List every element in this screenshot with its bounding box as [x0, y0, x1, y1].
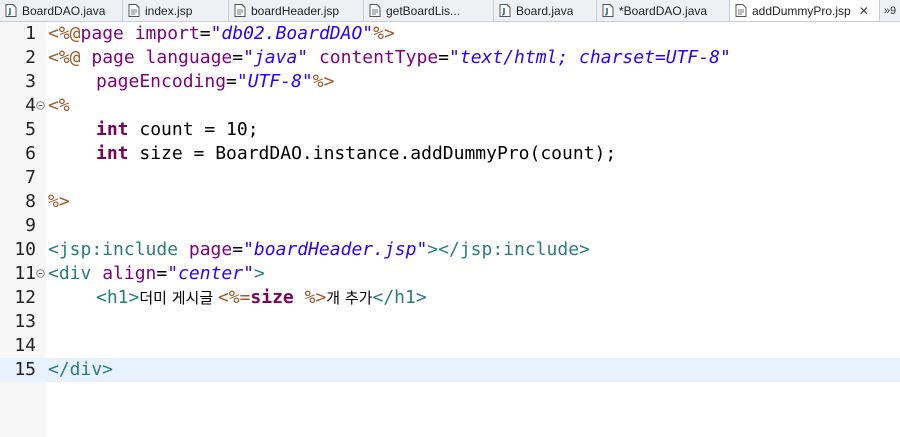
- tab-label: Board.java: [516, 3, 574, 18]
- line-number: 10: [14, 239, 36, 260]
- code-line-8: 8 %>: [0, 190, 900, 214]
- svg-text:J: J: [605, 7, 609, 16]
- code-text: <%: [48, 95, 70, 116]
- tab-index-jsp[interactable]: index.jsp: [123, 0, 229, 21]
- line-number: 3: [25, 71, 36, 92]
- tab-label: boardHeader.jsp: [251, 3, 340, 18]
- tab-adddummypro-jsp[interactable]: addDummyPro.jsp ✕: [730, 0, 880, 21]
- code-line-3: 3 pageEncoding="UTF-8"%>: [0, 70, 900, 94]
- line-number: 8: [25, 191, 36, 212]
- code-line-1: 1 <%@page import="db02.BoardDAO"%>: [0, 22, 900, 46]
- line-number: 2: [25, 47, 36, 68]
- tab-boardheader-jsp[interactable]: boardHeader.jsp: [229, 0, 364, 21]
- tab-boarddao-java-modified[interactable]: J *BoardDAO.java: [597, 0, 730, 21]
- code-line-2: 2 <%@ page language="java" contentType="…: [0, 46, 900, 70]
- jsp-file-icon: [735, 4, 747, 17]
- code-text: <h1>더미 게시글 <%=size %>개 추가</h1>: [96, 287, 427, 308]
- code-text: <%@page import="db02.BoardDAO"%>: [48, 23, 395, 44]
- code-text: int size = BoardDAO.instance.addDummyPro…: [96, 143, 617, 164]
- java-file-icon: J: [602, 4, 614, 17]
- code-text: </div>: [48, 359, 114, 380]
- jsp-file-icon: [369, 4, 381, 17]
- tab-board-java[interactable]: J Board.java: [494, 0, 597, 21]
- code-line-11: 11 <div align="center">: [0, 262, 900, 286]
- code-line-9: 9: [0, 214, 900, 238]
- tab-label: getBoardLis...: [386, 3, 461, 18]
- code-line-7: 7: [0, 166, 900, 190]
- code-text: <div align="center">: [48, 263, 265, 284]
- tab-boarddao-java[interactable]: J BoardDAO.java: [0, 0, 123, 21]
- line-number: 12: [14, 287, 36, 308]
- line-number: 13: [14, 311, 36, 332]
- close-icon[interactable]: ✕: [859, 4, 869, 18]
- code-editor[interactable]: 1 <%@page import="db02.BoardDAO"%> 2 <%@…: [0, 22, 900, 437]
- tab-label: addDummyPro.jsp: [752, 3, 851, 18]
- svg-text:J: J: [8, 7, 12, 16]
- java-file-icon: J: [5, 4, 17, 17]
- code-text: %>: [48, 191, 70, 212]
- jsp-file-icon: [128, 4, 140, 17]
- line-number: 14: [14, 335, 36, 356]
- code-line-14: 14: [0, 334, 900, 358]
- code-line-5: 5 int count = 10;: [0, 118, 900, 142]
- editor-tab-bar: J BoardDAO.java index.jsp boardHeader.js…: [0, 0, 900, 22]
- code-line-15: 15 </div>: [0, 358, 900, 382]
- code-text: int count = 10;: [96, 119, 259, 140]
- tab-getboardlist-jsp[interactable]: getBoardLis...: [364, 0, 494, 21]
- fold-collapse-icon[interactable]: [36, 101, 45, 110]
- line-number: 1: [25, 23, 36, 44]
- line-number: 7: [25, 167, 36, 188]
- tab-label: BoardDAO.java: [22, 3, 106, 18]
- fold-collapse-icon[interactable]: [36, 269, 45, 278]
- line-number: 11: [14, 263, 36, 284]
- line-number: 9: [25, 215, 36, 236]
- code-line-10: 10 <jsp:include page="boardHeader.jsp"><…: [0, 238, 900, 262]
- tab-label: *BoardDAO.java: [619, 3, 708, 18]
- line-number: 15: [14, 359, 36, 380]
- line-number: 4: [25, 95, 36, 116]
- code-line-6: 6 int size = BoardDAO.instance.addDummyP…: [0, 142, 900, 166]
- code-line-12: 12 <h1>더미 게시글 <%=size %>개 추가</h1>: [0, 286, 900, 310]
- line-number: 5: [25, 119, 36, 140]
- code-line-13: 13: [0, 310, 900, 334]
- jsp-file-icon: [234, 4, 246, 17]
- code-text: <%@ page language="java" contentType="te…: [48, 47, 731, 68]
- tab-overflow-button[interactable]: »9: [880, 0, 900, 21]
- code-text: pageEncoding="UTF-8"%>: [96, 71, 335, 92]
- tab-label: index.jsp: [145, 3, 193, 18]
- svg-text:J: J: [502, 7, 506, 16]
- code-line-4: 4 <%: [0, 94, 900, 118]
- java-file-icon: J: [499, 4, 511, 17]
- code-text: <jsp:include page="boardHeader.jsp"></js…: [48, 239, 590, 260]
- line-number: 6: [25, 143, 36, 164]
